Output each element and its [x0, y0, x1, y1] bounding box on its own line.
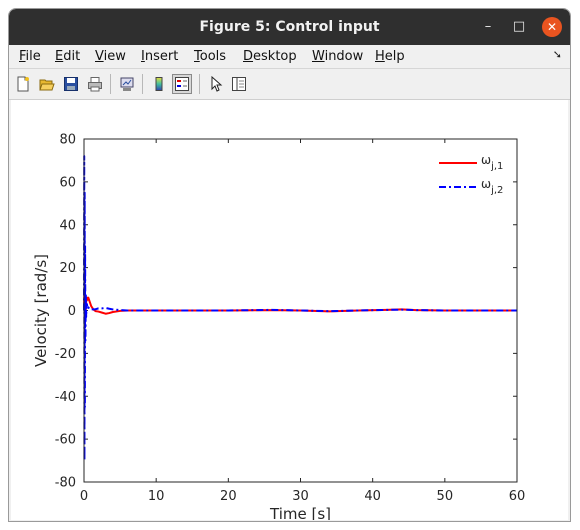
colorbar-icon[interactable] [149, 74, 169, 94]
open-file-icon[interactable] [37, 74, 57, 94]
x-tick-label: 20 [220, 489, 237, 504]
toolbar-separator [199, 74, 200, 94]
figure-canvas: 0 10 20 30 40 50 60 -80 -60 -40 -20 0 20 40 60 80 Time … [11, 100, 568, 522]
menu-insert[interactable]: Insert [141, 49, 178, 64]
new-figure-icon[interactable] [13, 74, 33, 94]
toolbar-separator [110, 74, 111, 94]
series-line-1 [83, 290, 517, 325]
figure-window: Figure 5: Control input – □ ✕ File Edit … [8, 8, 571, 522]
x-axis-label: Time [s] [269, 505, 331, 520]
y-tick-label: 80 [59, 133, 76, 148]
x-tick-label: 50 [437, 489, 454, 504]
menu-view[interactable]: View [95, 49, 126, 64]
series-line-2 [83, 155, 517, 462]
x-tick-label: 10 [148, 489, 165, 504]
y-tick-label: -20 [55, 347, 76, 362]
menu-window[interactable]: Window [312, 49, 363, 64]
maximize-button[interactable]: □ [509, 17, 529, 37]
figure-toolbar [9, 69, 570, 100]
close-button[interactable]: ✕ [542, 17, 562, 37]
link-figure-icon[interactable] [117, 74, 137, 94]
x-tick-label: 40 [364, 489, 381, 504]
y-tick-label: 60 [59, 175, 76, 190]
menu-help[interactable]: Help [375, 49, 405, 64]
title-bar[interactable]: Figure 5: Control input – □ ✕ [9, 9, 570, 45]
y-tick-label: -60 [55, 433, 76, 448]
menu-bar: File Edit View Insert Tools Desktop Wind… [9, 45, 570, 69]
menu-tools[interactable]: Tools [194, 49, 226, 64]
y-tick-label: 0 [68, 304, 76, 319]
x-tick-label: 30 [292, 489, 309, 504]
legend-entry-2: ωj,2 [481, 177, 503, 196]
x-tick-label: 60 [509, 489, 526, 504]
print-icon[interactable] [85, 74, 105, 94]
pointer-icon[interactable] [206, 74, 226, 94]
menu-desktop[interactable]: Desktop [243, 49, 297, 64]
y-tick-label: 40 [59, 218, 76, 233]
minimize-button[interactable]: – [478, 17, 498, 37]
line-chart[interactable]: 0 10 20 30 40 50 60 -80 -60 -40 -20 0 20 40 60 80 Time … [11, 100, 568, 522]
legend[interactable]: ωj,1 ωj,2 [439, 153, 503, 196]
y-tick-label: -80 [55, 476, 76, 491]
menu-edit[interactable]: Edit [55, 49, 80, 64]
toolbar-separator [142, 74, 143, 94]
save-icon[interactable] [61, 74, 81, 94]
y-axis-label: Velocity [rad/s] [32, 254, 50, 367]
property-editor-icon[interactable] [229, 74, 249, 94]
y-tick-label: -40 [55, 390, 76, 405]
y-tick-label: 20 [59, 261, 76, 276]
dock-arrow-icon[interactable]: ➘ [553, 48, 562, 61]
legend-entry-1: ωj,1 [481, 153, 503, 172]
legend-icon[interactable] [172, 74, 192, 94]
x-tick-label: 0 [80, 489, 88, 504]
menu-file[interactable]: File [19, 49, 41, 64]
